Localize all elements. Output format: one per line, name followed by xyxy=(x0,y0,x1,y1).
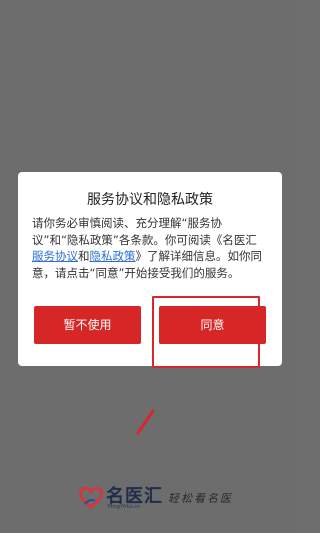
dialog-body-text: 请你务必审慎阅读、充分理解“服务协议”和“隐私政策”各条款。你可阅读《名医汇 xyxy=(32,216,257,247)
brand-subtitle: MingYiHui.cn xyxy=(108,504,141,510)
service-agreement-link[interactable]: 服务协议 xyxy=(32,249,78,263)
dialog-title: 服务协议和隐私政策 xyxy=(87,192,213,208)
agree-highlight-box xyxy=(152,296,260,368)
app-screen: 服务协议和隐私政策 请你务必审慎阅读、充分理解“服务协议”和“隐私政策”各条款。… xyxy=(0,0,300,533)
brand-slogan: 轻松看名医 xyxy=(168,492,233,505)
privacy-policy-link[interactable]: 隐私政策 xyxy=(90,249,136,263)
dialog-body: 请你务必审慎阅读、充分理解“服务协议”和“隐私政策”各条款。你可阅读《名医汇服务… xyxy=(32,215,268,281)
dialog-body-and: 和 xyxy=(78,249,90,263)
heart-logo-icon xyxy=(79,486,103,509)
decline-button[interactable]: 暂不使用 xyxy=(34,306,141,344)
